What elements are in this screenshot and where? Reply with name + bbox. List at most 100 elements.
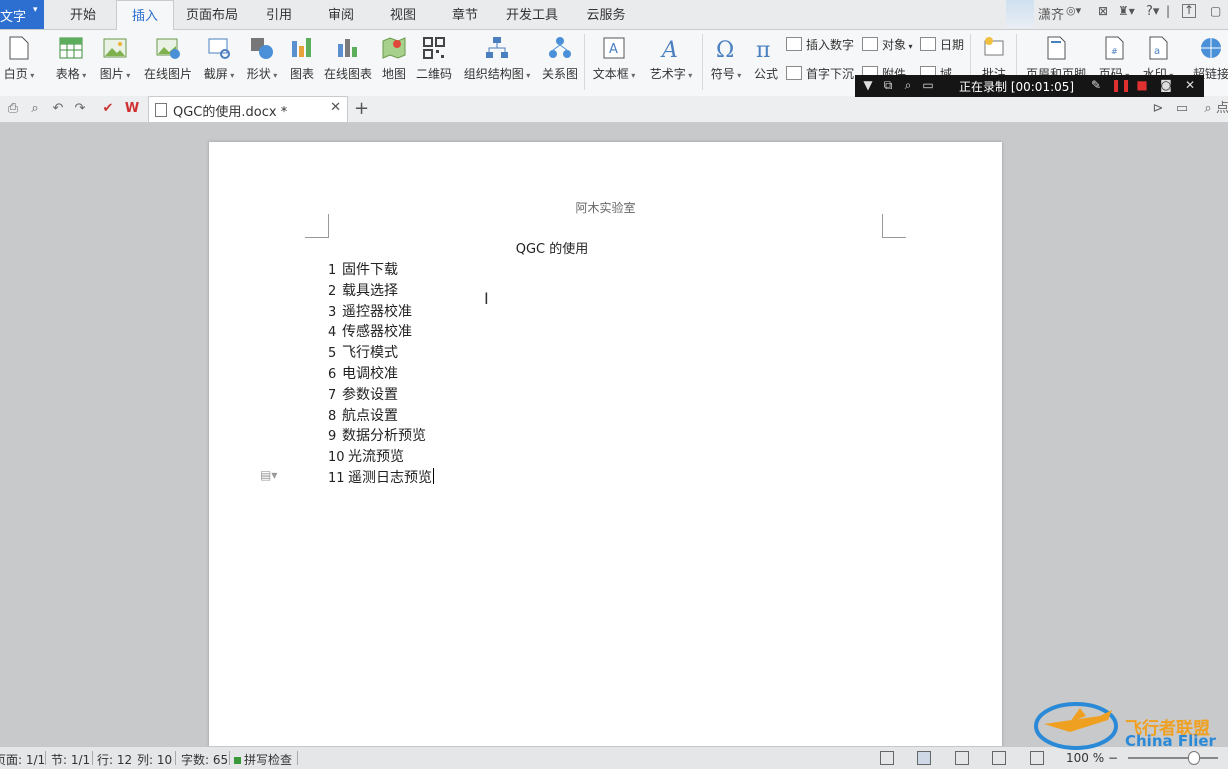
search-icon[interactable]: ⌕ <box>1200 101 1216 117</box>
tab-start[interactable]: 开始 <box>54 0 112 29</box>
tab-insert[interactable]: 插入 <box>116 0 174 31</box>
list-item[interactable]: 10 光流预览 <box>328 446 404 466</box>
blank-page-button[interactable]: 白页 ▾ <box>0 30 38 94</box>
help-icon[interactable]: ?▾ <box>1146 4 1159 19</box>
online-chart-button[interactable]: 在线图表 <box>322 30 374 94</box>
zoom-slider-track[interactable] <box>1128 757 1218 759</box>
object-button[interactable]: 对象 ▾ <box>862 36 913 56</box>
list-item[interactable]: 11 遥测日志预览 <box>328 467 434 487</box>
list-item[interactable]: 3 遥控器校准 <box>328 301 412 321</box>
wordart-button[interactable]: A 艺术字 ▾ <box>646 30 696 94</box>
page-view-icon[interactable] <box>917 751 931 765</box>
wps-logo-icon[interactable]: W <box>124 101 140 117</box>
symbol-button[interactable]: Ω 符号 ▾ <box>706 30 746 94</box>
view-switch-icon[interactable]: ⊳ <box>1150 101 1166 117</box>
search-hint[interactable]: 点 <box>1216 101 1228 117</box>
user-area: 潇齐 ◎▾ ⊠ ♜▾ ?▾ | ↑ ▢ <box>1006 0 1228 29</box>
recorder-close-icon[interactable]: ✕ <box>1183 78 1197 92</box>
status-row[interactable]: 行: 12 <box>97 751 132 768</box>
margin-corner-top-left <box>305 214 329 238</box>
qrcode-button[interactable]: 二维码 <box>414 30 454 94</box>
symbol-label: 符号 <box>710 67 735 81</box>
online-picture-icon <box>156 38 180 59</box>
tab-references[interactable]: 引用 <box>254 0 304 29</box>
status-wordcount[interactable]: 字数: 65 <box>181 751 228 768</box>
ribbon-divider <box>584 34 585 90</box>
table-label: 表格 <box>55 67 80 81</box>
online-picture-button[interactable]: 在线图片 <box>142 30 194 94</box>
focus-mode-icon[interactable] <box>880 751 894 765</box>
textbox-button[interactable]: A 文本框 ▾ <box>590 30 638 94</box>
table-button[interactable]: 表格 ▾ <box>52 30 90 94</box>
tab-review[interactable]: 审阅 <box>316 0 366 29</box>
drop-cap-label: 首字下沉 <box>806 67 855 81</box>
document-tab[interactable]: QGC的使用.docx * ✕ <box>148 96 348 122</box>
user-name[interactable]: 潇齐 <box>1038 4 1064 23</box>
document-page[interactable]: 阿木实验室 QGC 的使用 1 固件下载 2 载具选择 3 遥控器校准 4 传感器校准 … <box>209 142 1002 762</box>
chart-button[interactable]: 图表 <box>286 30 318 94</box>
drop-cap-icon <box>786 66 802 80</box>
picture-button[interactable]: 图片 ▾ <box>96 30 134 94</box>
online-chart-icon <box>338 39 357 57</box>
spell-check-toggle[interactable]: 拼写检查 <box>234 751 292 768</box>
recorder-menu-icon[interactable]: ▼ <box>861 78 875 92</box>
print-icon[interactable]: ⎙ <box>5 101 21 117</box>
list-item[interactable]: 8 航点设置 <box>328 405 398 425</box>
list-item[interactable]: 7 参数设置 <box>328 384 398 404</box>
new-tab-icon[interactable]: + <box>354 98 369 119</box>
tab-page-layout[interactable]: 页面布局 <box>180 0 244 29</box>
relation-button[interactable]: 关系图 <box>540 30 580 94</box>
list-item[interactable]: 1 固件下载 <box>328 259 398 279</box>
recorder-pause-icon[interactable]: ❚❚ <box>1111 78 1131 92</box>
settings-icon[interactable]: | <box>1166 4 1170 18</box>
web-view-icon[interactable] <box>992 751 1006 765</box>
paragraph-layout-icon[interactable]: ▤▾ <box>260 468 280 482</box>
page-header-text[interactable]: 阿木实验室 <box>209 199 1002 216</box>
status-page[interactable]: 页面: 1/1 <box>0 751 45 768</box>
minimize-ribbon-icon[interactable]: ↑ <box>1182 4 1196 18</box>
list-item[interactable]: 2 载具选择 <box>328 280 398 300</box>
mail-icon[interactable]: ⊠ <box>1098 4 1108 18</box>
print-preview-icon[interactable]: ⌕ <box>27 101 43 117</box>
map-button[interactable]: 地图 <box>378 30 410 94</box>
document-title[interactable]: QGC 的使用 <box>209 238 895 257</box>
shape-label: 形状 <box>246 67 271 81</box>
outline-view-icon[interactable] <box>955 751 969 765</box>
formula-button[interactable]: π 公式 <box>750 30 782 94</box>
list-item[interactable]: 4 传感器校准 <box>328 321 412 341</box>
tab-chapter[interactable]: 章节 <box>440 0 490 29</box>
org-chart-button[interactable]: 组织结构图 ▾ <box>460 30 534 94</box>
user-avatar-icon[interactable]: ◎▾ <box>1066 4 1081 17</box>
shape-button[interactable]: 形状 ▾ <box>242 30 282 94</box>
tab-developer[interactable]: 开发工具 <box>500 0 564 29</box>
undo-icon[interactable]: ↶ <box>50 101 66 117</box>
status-section[interactable]: 节: 1/1 <box>51 751 90 768</box>
object-label: 对象 <box>882 38 907 52</box>
format-painter-icon[interactable]: ✔ <box>100 101 116 117</box>
recorder-stop-icon[interactable]: ■ <box>1135 78 1149 92</box>
recorder-zoom-icon[interactable]: ⌕ <box>901 78 915 92</box>
insert-number-button[interactable]: 插入数字 <box>786 36 854 56</box>
list-item[interactable]: 5 飞行模式 <box>328 342 398 362</box>
tab-list-icon[interactable]: ▭ <box>1174 101 1190 117</box>
screenshot-button[interactable]: 截屏 ▾ <box>200 30 238 94</box>
tab-cloud[interactable]: 云服务 <box>574 0 638 29</box>
skin-icon[interactable]: ♜▾ <box>1118 4 1135 18</box>
status-col[interactable]: 列: 10 <box>137 751 172 768</box>
tab-view[interactable]: 视图 <box>378 0 428 29</box>
picture-label: 图片 <box>99 67 124 81</box>
recorder-region-icon[interactable]: ▭ <box>921 78 935 92</box>
app-menu-button[interactable]: 文字 ▾ <box>0 0 44 29</box>
drop-cap-button[interactable]: 首字下沉 <box>786 65 854 85</box>
recorder-camera-icon[interactable]: ◙ <box>1159 78 1173 92</box>
skin-thumbnail-icon[interactable] <box>1006 0 1034 28</box>
close-tab-icon[interactable]: ✕ <box>330 100 341 115</box>
picture-icon <box>103 38 127 58</box>
skin-toggle-icon[interactable]: ▢ <box>1210 4 1221 18</box>
redo-icon[interactable]: ↷ <box>72 101 88 117</box>
list-item[interactable]: 6 电调校准 <box>328 363 398 383</box>
recorder-window-icon[interactable]: ⧉ <box>881 78 895 92</box>
recorder-pen-icon[interactable]: ✎ <box>1089 78 1103 92</box>
list-item[interactable]: 9 数据分析预览 <box>328 425 426 445</box>
date-button[interactable]: 日期 <box>920 36 964 56</box>
